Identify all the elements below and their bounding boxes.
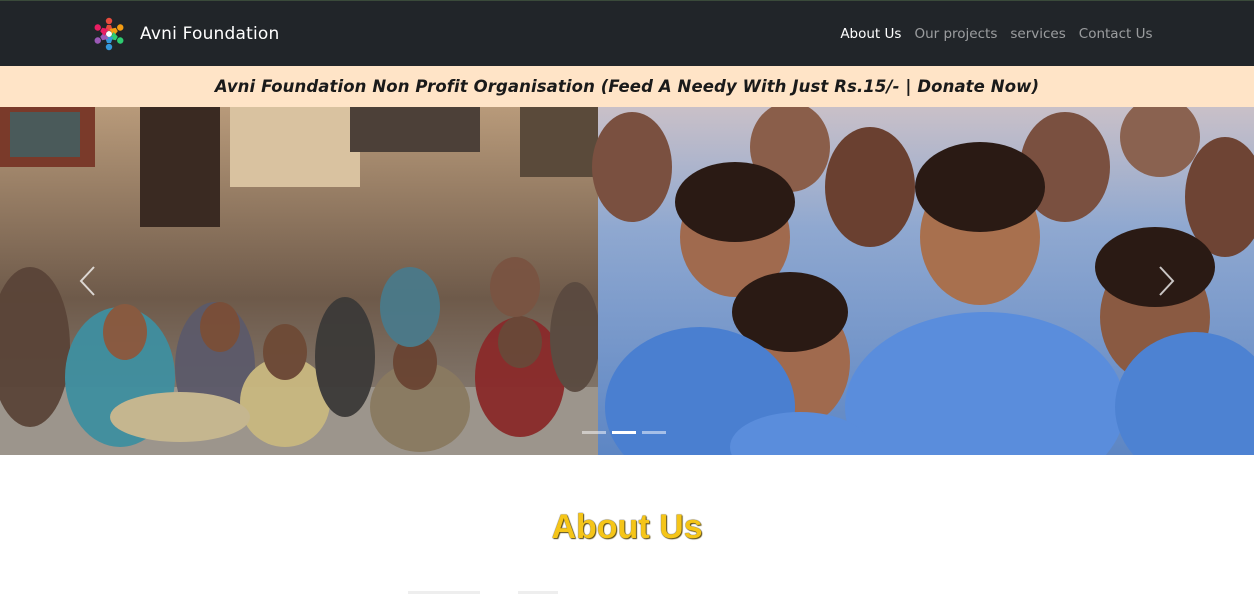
nav-link-services[interactable]: services	[1004, 26, 1072, 42]
brand[interactable]: Avni Foundation	[90, 15, 280, 53]
chevron-right-icon	[1159, 266, 1175, 296]
donation-banner: Avni Foundation Non Profit Organisation …	[0, 66, 1254, 107]
carousel-indicator-1[interactable]	[582, 431, 606, 434]
navbar: Avni Foundation About Us Our projects se…	[0, 0, 1254, 66]
chevron-left-icon	[79, 266, 95, 296]
carousel-prev-button[interactable]	[42, 107, 132, 455]
carousel-indicators	[582, 431, 666, 434]
brand-name: Avni Foundation	[140, 24, 280, 44]
nav-link-our-projects[interactable]: Our projects	[908, 26, 1004, 42]
nav-link-about-us[interactable]: About Us	[834, 26, 908, 42]
children-photo	[0, 107, 1254, 455]
image-carousel[interactable]	[0, 107, 1254, 455]
foundation-logo-icon	[94, 17, 124, 51]
carousel-indicator-3[interactable]	[642, 431, 666, 434]
carousel-indicator-2[interactable]	[612, 431, 636, 434]
about-us-heading: About Us	[551, 508, 703, 546]
nav-links: About Us Our projects services Contact U…	[834, 26, 1159, 42]
nav-link-contact-us[interactable]: Contact Us	[1072, 26, 1159, 42]
carousel-next-button[interactable]	[1122, 107, 1212, 455]
banner-text[interactable]: Avni Foundation Non Profit Organisation …	[215, 77, 1039, 96]
